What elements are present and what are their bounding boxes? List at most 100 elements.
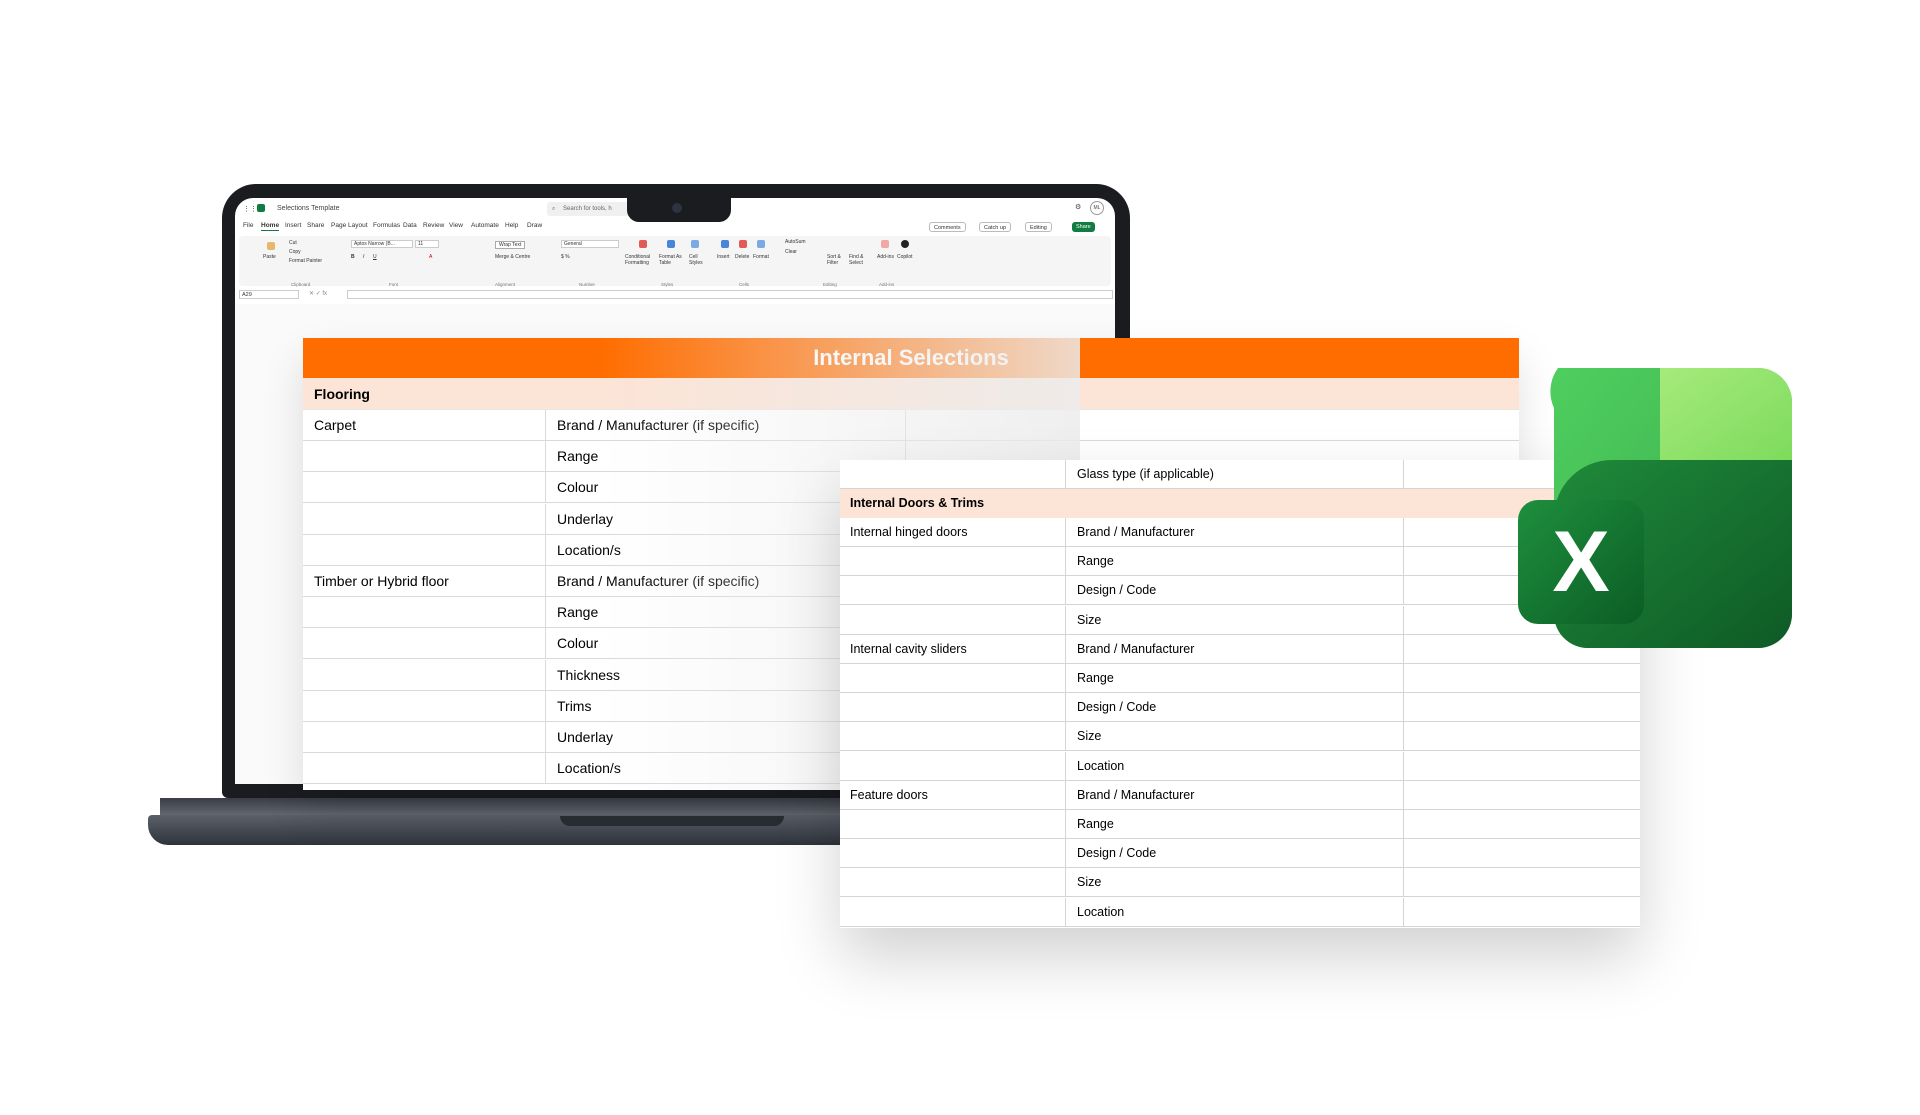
- merge-centre-button[interactable]: Merge & Centre: [495, 254, 530, 260]
- item-cell[interactable]: [840, 664, 1066, 692]
- tab-data[interactable]: Data: [403, 222, 417, 229]
- format-cells-button[interactable]: Format: [753, 254, 769, 260]
- table-row[interactable]: Size: [840, 722, 1640, 752]
- tab-share[interactable]: Share: [307, 222, 324, 229]
- item-cell[interactable]: [840, 839, 1066, 868]
- field-cell[interactable]: Design / Code: [1066, 693, 1404, 722]
- item-cell[interactable]: [303, 597, 546, 628]
- number-format-select[interactable]: General: [561, 240, 619, 248]
- field-cell[interactable]: Design / Code: [1066, 839, 1404, 868]
- field-cell[interactable]: Brand / Manufacturer: [1066, 518, 1404, 546]
- autosum-button[interactable]: AutoSum: [785, 239, 806, 245]
- insert-cells-button[interactable]: Insert: [717, 254, 730, 260]
- table-row[interactable]: Design / Code: [840, 839, 1640, 869]
- cut-button[interactable]: Cut: [289, 240, 297, 246]
- field-cell[interactable]: Size: [1066, 605, 1404, 634]
- item-cell[interactable]: Carpet: [303, 410, 546, 440]
- tab-formulas[interactable]: Formulas: [373, 222, 400, 229]
- tab-automate[interactable]: Automate: [471, 222, 499, 229]
- workbook-title[interactable]: Selections Template: [277, 205, 340, 212]
- item-cell[interactable]: [840, 722, 1066, 751]
- tab-file[interactable]: File: [243, 222, 253, 229]
- field-cell[interactable]: Size: [1066, 722, 1404, 751]
- name-box[interactable]: A29: [239, 290, 299, 299]
- value-cell[interactable]: [1404, 693, 1640, 721]
- paste-button[interactable]: Paste: [263, 254, 276, 260]
- table-row[interactable]: Feature doors Brand / Manufacturer: [840, 780, 1640, 810]
- field-cell[interactable]: Glass type (if applicable): [1066, 460, 1404, 488]
- item-cell[interactable]: [303, 753, 546, 784]
- currency-button[interactable]: $ %: [561, 254, 570, 260]
- field-cell[interactable]: Location: [1066, 751, 1404, 780]
- sort-filter-button[interactable]: Sort & Filter: [827, 254, 847, 266]
- table-row[interactable]: Location: [840, 897, 1640, 927]
- tab-review[interactable]: Review: [423, 222, 444, 229]
- value-cell[interactable]: [1404, 752, 1640, 780]
- field-cell[interactable]: Size: [1066, 868, 1404, 897]
- field-cell[interactable]: Location: [1066, 897, 1404, 926]
- item-cell[interactable]: Timber or Hybrid floor: [303, 566, 546, 596]
- value-cell[interactable]: [1404, 868, 1640, 896]
- item-cell[interactable]: [840, 460, 1066, 488]
- field-cell[interactable]: Brand / Manufacturer: [1066, 780, 1404, 809]
- underline-button[interactable]: U: [373, 254, 377, 260]
- value-cell[interactable]: [1404, 898, 1640, 926]
- value-cell[interactable]: [906, 410, 1519, 440]
- tab-insert[interactable]: Insert: [285, 222, 301, 229]
- italic-button[interactable]: I: [363, 254, 364, 260]
- editing-mode-button[interactable]: Editing: [1025, 222, 1052, 232]
- field-cell[interactable]: Range: [1066, 810, 1404, 838]
- table-row[interactable]: Range: [840, 810, 1640, 839]
- table-row[interactable]: Design / Code: [840, 693, 1640, 723]
- tab-view[interactable]: View: [449, 222, 463, 229]
- field-cell[interactable]: Brand / Manufacturer: [1066, 634, 1404, 663]
- tab-home[interactable]: Home: [261, 222, 280, 231]
- field-cell[interactable]: Range: [1066, 547, 1404, 576]
- copy-button[interactable]: Copy: [289, 249, 301, 255]
- value-cell[interactable]: [1404, 810, 1640, 838]
- field-cell[interactable]: Design / Code: [1066, 576, 1404, 605]
- value-cell[interactable]: [1404, 839, 1640, 867]
- item-cell[interactable]: Internal hinged doors: [840, 518, 1066, 546]
- value-cell[interactable]: [1404, 722, 1640, 750]
- table-row[interactable]: Size: [840, 868, 1640, 898]
- item-cell[interactable]: [303, 534, 546, 565]
- item-cell[interactable]: [303, 441, 546, 472]
- item-cell[interactable]: [840, 868, 1066, 897]
- find-select-button[interactable]: Find & Select: [849, 254, 871, 266]
- field-cell[interactable]: Brand / Manufacturer (if specific): [546, 410, 906, 440]
- font-name-select[interactable]: Aptos Narrow (B...: [351, 240, 413, 248]
- item-cell[interactable]: [840, 693, 1066, 722]
- catch-up-button[interactable]: Catch up: [979, 222, 1012, 232]
- table-row[interactable]: Carpet Brand / Manufacturer (if specific): [303, 410, 1519, 441]
- format-as-table-button[interactable]: Format As Table: [659, 254, 687, 266]
- avatar[interactable]: ML: [1090, 201, 1104, 215]
- tab-draw[interactable]: Draw: [527, 222, 542, 229]
- add-ins-button[interactable]: Add-ins: [877, 254, 894, 260]
- item-cell[interactable]: [303, 659, 546, 690]
- item-cell[interactable]: [840, 576, 1066, 605]
- wrap-text-button[interactable]: Wrap Text: [495, 241, 526, 249]
- item-cell[interactable]: [303, 722, 546, 752]
- item-cell[interactable]: [303, 503, 546, 534]
- share-button[interactable]: Share: [1072, 222, 1095, 232]
- item-cell[interactable]: [840, 897, 1066, 926]
- item-cell[interactable]: Feature doors: [840, 780, 1066, 809]
- delete-cells-button[interactable]: Delete: [735, 254, 749, 260]
- clear-button[interactable]: Clear: [785, 249, 797, 255]
- comments-button[interactable]: Comments: [929, 222, 966, 232]
- font-size-select[interactable]: 11: [415, 240, 439, 248]
- formula-input[interactable]: [347, 290, 1113, 299]
- tab-help[interactable]: Help: [505, 222, 518, 229]
- bold-button[interactable]: B: [351, 254, 355, 260]
- format-painter-button[interactable]: Format Painter: [289, 258, 322, 264]
- item-cell[interactable]: [840, 547, 1066, 576]
- cell-styles-button[interactable]: Cell Styles: [689, 254, 709, 266]
- table-row[interactable]: Location: [840, 751, 1640, 781]
- copilot-button[interactable]: Copilot: [897, 254, 913, 260]
- item-cell[interactable]: [840, 810, 1066, 838]
- item-cell[interactable]: [840, 751, 1066, 780]
- font-color-button[interactable]: A: [429, 254, 432, 260]
- field-cell[interactable]: Range: [1066, 664, 1404, 692]
- value-cell[interactable]: [1404, 664, 1640, 692]
